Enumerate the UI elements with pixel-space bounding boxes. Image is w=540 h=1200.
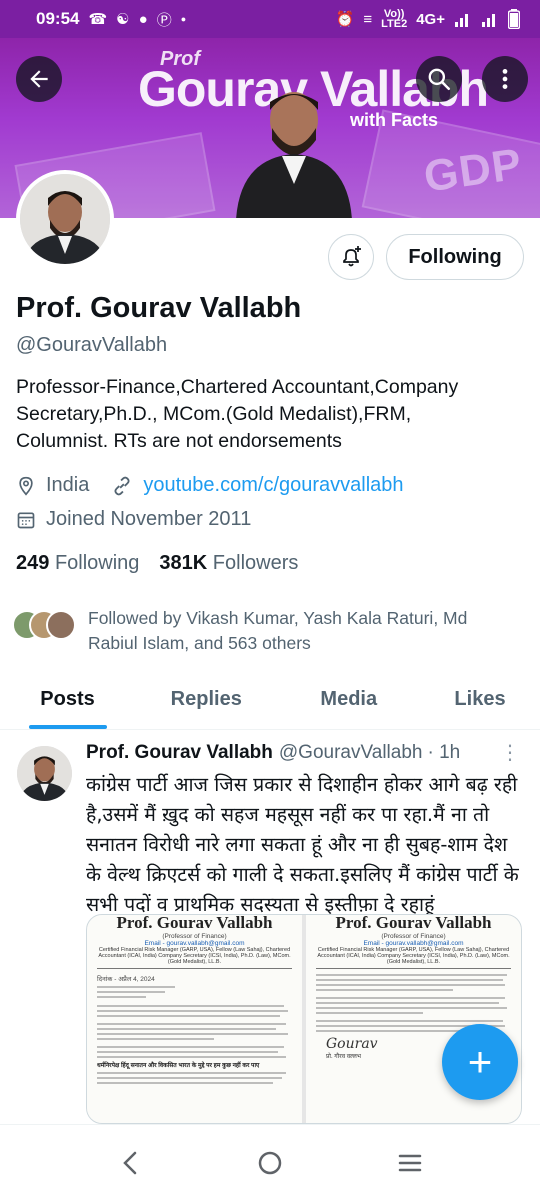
- vibrate-icon: ≡: [363, 10, 373, 28]
- followers-count: 381K: [159, 552, 208, 574]
- compose-plus-icon: +: [467, 1038, 493, 1085]
- status-time: 09:54: [36, 9, 80, 28]
- nav-recents-button[interactable]: [380, 1143, 440, 1183]
- banner-brand-tagline: with Facts: [350, 110, 439, 130]
- tweet-image-letter-page-1[interactable]: Prof. Gourav Vallabh (Professor of Finan…: [87, 915, 302, 1123]
- tweet-text-line: कांग्रेस पार्टी आज जिस प्रकार से दिशाहीन…: [86, 773, 518, 796]
- location-pin-icon: [19, 476, 33, 496]
- following-label: Following: [54, 552, 140, 574]
- snapchat-icon: ☯: [116, 11, 130, 28]
- doc-body-lines: [97, 1072, 292, 1084]
- system-navigation-bar: [0, 1124, 540, 1200]
- doc-bold-line: धर्मनिरपेक्ष हिंदू सनातन और विकसित भारत …: [97, 1063, 260, 1069]
- nav-home-icon: [258, 1151, 282, 1174]
- dot-icon: ●: [180, 14, 187, 24]
- tab-posts[interactable]: Posts: [0, 670, 135, 729]
- nav-recents-icon: [398, 1154, 422, 1171]
- tab-replies[interactable]: Replies: [135, 670, 278, 729]
- avatar-photo: [20, 174, 110, 264]
- following-count: 249: [16, 552, 50, 574]
- tweet-author-handle: @GouravVallabh: [278, 742, 423, 763]
- following-button[interactable]: Following: [386, 234, 524, 280]
- tab-likes[interactable]: Likes: [420, 670, 540, 729]
- doc-credentials: Certified Financial Risk Manager (GARP, …: [316, 947, 511, 969]
- whatsapp-icon: ☎: [88, 11, 108, 28]
- battery-icon: [508, 9, 520, 29]
- more-vertical-icon: [502, 69, 508, 89]
- doc-email: Email - gourav.vallabh@gmail.com: [363, 940, 464, 947]
- tweet-header: Prof. Gourav Vallabh @GouravVallabh · 1h…: [86, 742, 526, 764]
- search-icon: [428, 68, 451, 91]
- profile-meta-location-website: India youtube.com/c/gouravvallabh: [16, 474, 404, 497]
- chat-icon: ●: [138, 10, 148, 28]
- doc-credentials: Certified Financial Risk Manager (GARP, …: [97, 947, 292, 969]
- tweet-author-avatar[interactable]: [17, 746, 72, 801]
- profile-handle: @GouravVallabh: [16, 334, 168, 356]
- banner-person-image: [236, 92, 352, 218]
- doc-title: Prof. Gourav Vallabh: [335, 915, 492, 932]
- followers-label: Followers: [212, 552, 299, 574]
- back-button[interactable]: [16, 56, 62, 102]
- tweet-text-line: के वेल्थ क्रिएटर्स को गाली दे सकता.इसलिए…: [86, 863, 519, 886]
- doc-subtitle: (Professor of Finance): [162, 933, 227, 940]
- doc-body-lines: [97, 986, 292, 1058]
- doc-date: दिनांक - अप्रैल 4, 2024: [97, 976, 155, 983]
- following-count-link[interactable]: 249 Following: [16, 552, 139, 575]
- profile-joined-date: Joined November 2011: [46, 508, 252, 530]
- followed-by-summary[interactable]: Followed by Vikash Kumar, Yash Kala Ratu…: [12, 606, 532, 656]
- profile-name: Prof. Gourav Vallabh: [16, 292, 302, 324]
- tweet-more-icon[interactable]: ⋮: [500, 740, 520, 765]
- signal-icon: [482, 14, 495, 27]
- notifications-toggle-button[interactable]: [328, 234, 374, 280]
- signal-icon: [455, 14, 468, 27]
- followers-count-link[interactable]: 381K Followers: [159, 552, 298, 575]
- profile-tabs: Posts Replies Media Likes: [0, 670, 540, 730]
- more-options-button[interactable]: [482, 56, 528, 102]
- bell-plus-icon: [343, 246, 361, 267]
- nav-home-button[interactable]: [240, 1143, 300, 1183]
- profile-stats: 249 Following 381K Followers: [16, 552, 298, 575]
- tweet-text-line: सनातन विरोधी नारे लगा सकता हूं और ना ही …: [86, 833, 508, 856]
- doc-title: Prof. Gourav Vallabh: [116, 915, 273, 932]
- doc-email: Email - gourav.vallabh@gmail.com: [144, 940, 245, 947]
- calendar-icon: [17, 511, 35, 528]
- nav-back-icon: [123, 1151, 137, 1174]
- follower-avatar: [46, 610, 76, 640]
- tweet-text-line: है,उसमें मैं ख़ुद को सहज महसूस नहीं कर प…: [86, 803, 490, 826]
- tweet-text: कांग्रेस पार्टी आज जिस प्रकार से दिशाहीन…: [86, 770, 532, 920]
- followed-by-line: Rabiul Islam, and 563 others: [88, 633, 311, 653]
- back-arrow-icon: [30, 70, 48, 88]
- profile-bio: Professor-Finance,Chartered Accountant,C…: [16, 374, 526, 455]
- tweet-author-name[interactable]: Prof. Gourav Vallabh: [86, 742, 273, 764]
- status-bar: 09:54 ☎ ☯ ● Ⓟ ● ⏰ ≡ Vo)) LTE2 4G+: [0, 0, 540, 38]
- tweet-time: · 1h: [427, 742, 461, 763]
- compose-post-button[interactable]: +: [442, 1024, 518, 1100]
- bio-line: Columnist. RTs are not endorsements: [16, 430, 342, 452]
- followed-by-line: Followed by Vikash Kumar, Yash Kala Ratu…: [88, 608, 468, 628]
- doc-subtitle: (Professor of Finance): [381, 933, 446, 940]
- c-icon: Ⓟ: [156, 11, 172, 29]
- search-button[interactable]: [416, 56, 462, 102]
- nav-back-button[interactable]: [100, 1143, 160, 1183]
- bio-line: Professor-Finance,Chartered Accountant,C…: [16, 376, 459, 398]
- alarm-icon: ⏰: [335, 11, 355, 28]
- tab-media[interactable]: Media: [278, 670, 421, 729]
- network-type: 4G+: [416, 10, 445, 28]
- link-icon: [114, 476, 130, 495]
- network-lte-label: LTE2: [381, 18, 408, 30]
- profile-meta-joined: Joined November 2011: [16, 508, 251, 531]
- profile-avatar[interactable]: [16, 170, 114, 268]
- followed-by-avatars: [12, 610, 76, 644]
- profile-website-link[interactable]: youtube.com/c/gouravvallabh: [143, 474, 403, 497]
- followed-by-text: Followed by Vikash Kumar, Yash Kala Ratu…: [88, 606, 467, 656]
- profile-location: India: [46, 474, 90, 496]
- avatar-photo: [17, 746, 72, 801]
- bio-line: Secretary,Ph.D., MCom.(Gold Medalist),FR…: [16, 403, 412, 425]
